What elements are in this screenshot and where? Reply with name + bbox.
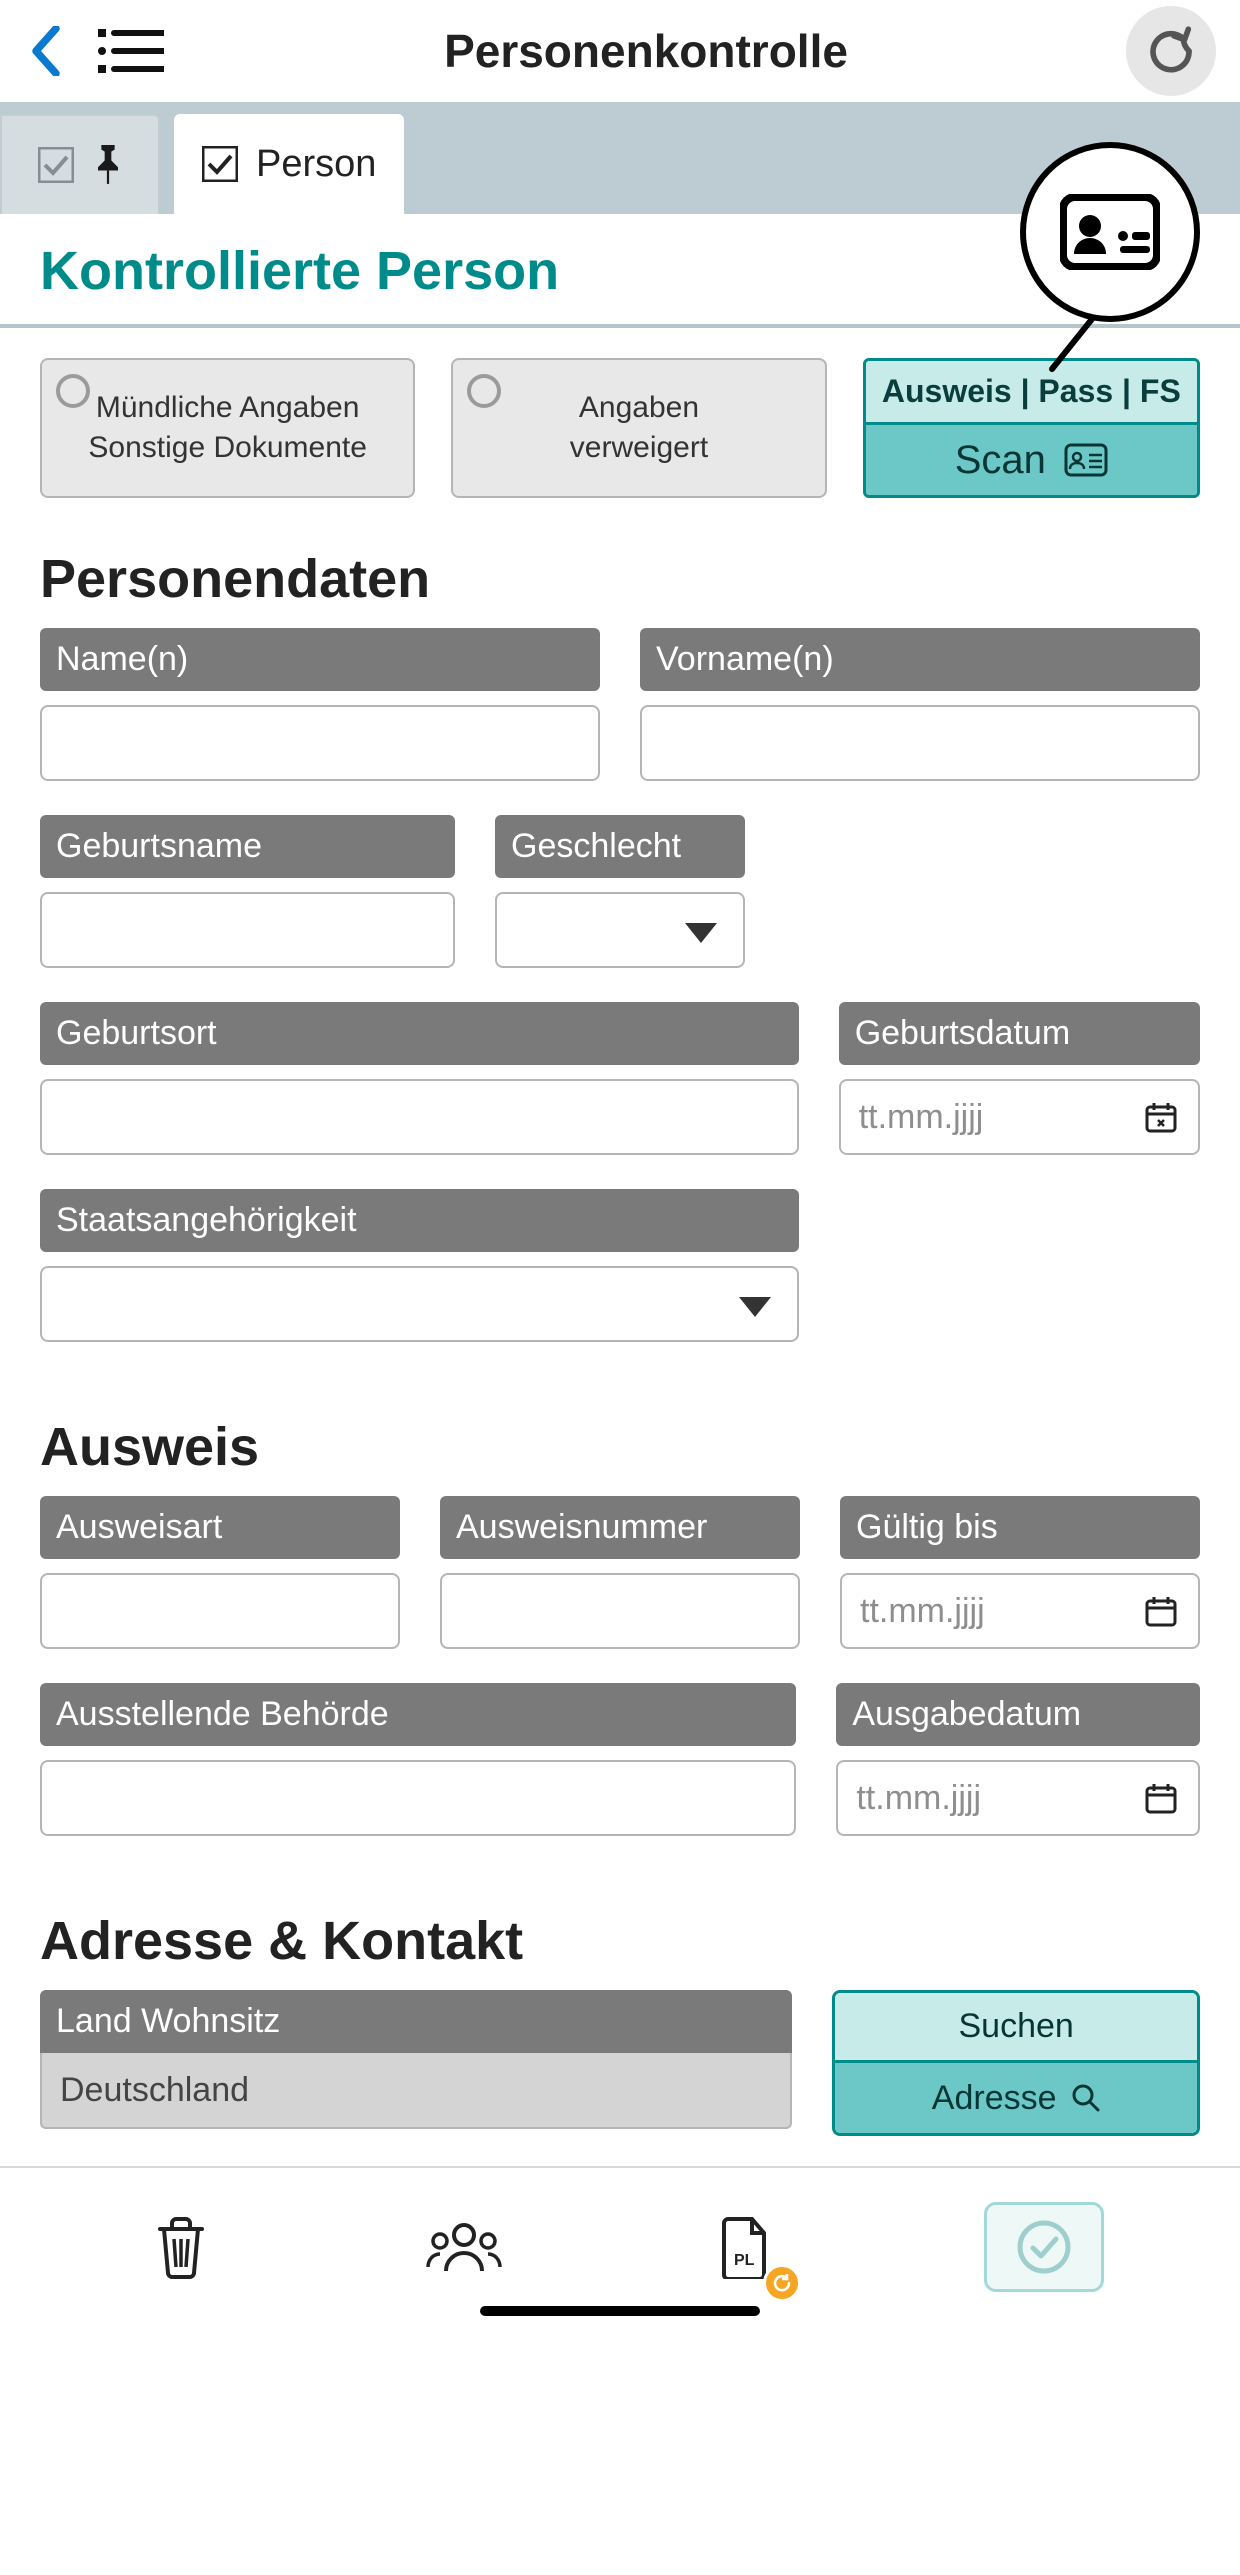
subsection-adresse: Adresse & Kontakt (0, 1870, 1240, 1990)
option-line: verweigert (570, 428, 708, 469)
pin-icon (94, 145, 122, 185)
option-line: Sonstige Dokumente (88, 428, 367, 469)
subsection-personendaten: Personendaten (0, 508, 1240, 628)
subsection-ausweis: Ausweis (0, 1376, 1240, 1496)
search-address-button[interactable]: Suchen Adresse (832, 1990, 1200, 2136)
scan-button[interactable]: Scan (866, 425, 1197, 495)
list-menu-button[interactable] (96, 21, 166, 81)
option-verbal[interactable]: Mündliche Angaben Sonstige Dokumente (40, 358, 415, 498)
date-placeholder: tt.mm.jjjj (859, 1098, 984, 1137)
delete-button[interactable] (136, 2202, 226, 2292)
input-ausweisart[interactable] (40, 1573, 400, 1649)
label-vorname: Vorname(n) (640, 628, 1200, 691)
label-geburtsdatum: Geburtsdatum (839, 1002, 1200, 1065)
bottom-toolbar: PL (0, 2166, 1240, 2326)
radio-icon (56, 374, 90, 408)
label-ausweisnummer: Ausweisnummer (440, 1496, 800, 1559)
calendar-icon (1144, 1781, 1178, 1815)
input-geburtsname[interactable] (40, 892, 455, 968)
select-staatsang[interactable] (40, 1266, 799, 1342)
document-icon: PL (720, 2215, 772, 2279)
trash-icon (152, 2215, 210, 2279)
checkbox-icon (38, 147, 74, 183)
svg-text:PL: PL (734, 2252, 755, 2269)
select-geschlecht[interactable] (495, 892, 745, 968)
option-line: Mündliche Angaben (88, 388, 367, 429)
label-gueltig: Gültig bis (840, 1496, 1200, 1559)
option-refused[interactable]: Angaben verweigert (451, 358, 826, 498)
label-ausgabe: Ausgabedatum (836, 1683, 1200, 1746)
label-ausweisart: Ausweisart (40, 1496, 400, 1559)
done-check-icon (1017, 2220, 1071, 2274)
scan-types: Ausweis | Pass | FS (866, 361, 1197, 425)
label-land: Land Wohnsitz (40, 1990, 792, 2053)
id-card-icon (1060, 194, 1160, 270)
option-line: Angaben (570, 388, 708, 429)
document-sync-button[interactable]: PL (701, 2202, 791, 2292)
search-label: Suchen (835, 1993, 1197, 2063)
input-geburtsort[interactable] (40, 1079, 799, 1155)
pinned-tab[interactable] (0, 114, 160, 214)
search-icon (1071, 2083, 1101, 2113)
input-behoerde[interactable] (40, 1760, 796, 1836)
tab-person[interactable]: Person (174, 114, 404, 214)
value-land[interactable]: Deutschland (40, 2053, 792, 2129)
scan-icon (1064, 443, 1108, 477)
input-gueltig[interactable]: tt.mm.jjjj (840, 1573, 1200, 1649)
label-staatsang: Staatsangehörigkeit (40, 1189, 799, 1252)
done-button[interactable] (984, 2202, 1104, 2292)
checkbox-icon (202, 146, 238, 182)
date-placeholder: tt.mm.jjjj (860, 1592, 985, 1631)
page-title: Personenkontrolle (166, 24, 1126, 78)
input-geburtsdatum[interactable]: tt.mm.jjjj (839, 1079, 1200, 1155)
refresh-button[interactable] (1126, 6, 1216, 96)
back-button[interactable] (24, 29, 68, 73)
sync-badge-icon (763, 2264, 801, 2302)
home-indicator (480, 2306, 760, 2316)
date-placeholder: tt.mm.jjjj (856, 1779, 981, 1818)
label-name: Name(n) (40, 628, 600, 691)
input-ausweisnummer[interactable] (440, 1573, 800, 1649)
label-behoerde: Ausstellende Behörde (40, 1683, 796, 1746)
input-name[interactable] (40, 705, 600, 781)
scan-label: Scan (955, 438, 1046, 483)
input-vorname[interactable] (640, 705, 1200, 781)
radio-icon (467, 374, 501, 408)
tab-label: Person (256, 143, 376, 186)
label-geburtsort: Geburtsort (40, 1002, 799, 1065)
calendar-icon (1144, 1100, 1178, 1134)
scan-box[interactable]: Ausweis | Pass | FS Scan (863, 358, 1200, 498)
id-card-button[interactable] (1020, 142, 1200, 322)
calendar-icon (1144, 1594, 1178, 1628)
input-ausgabe[interactable]: tt.mm.jjjj (836, 1760, 1200, 1836)
address-label: Adresse (932, 2079, 1057, 2118)
label-geschlecht: Geschlecht (495, 815, 745, 878)
label-geburtsname: Geburtsname (40, 815, 455, 878)
people-icon (426, 2219, 502, 2275)
people-button[interactable] (419, 2202, 509, 2292)
